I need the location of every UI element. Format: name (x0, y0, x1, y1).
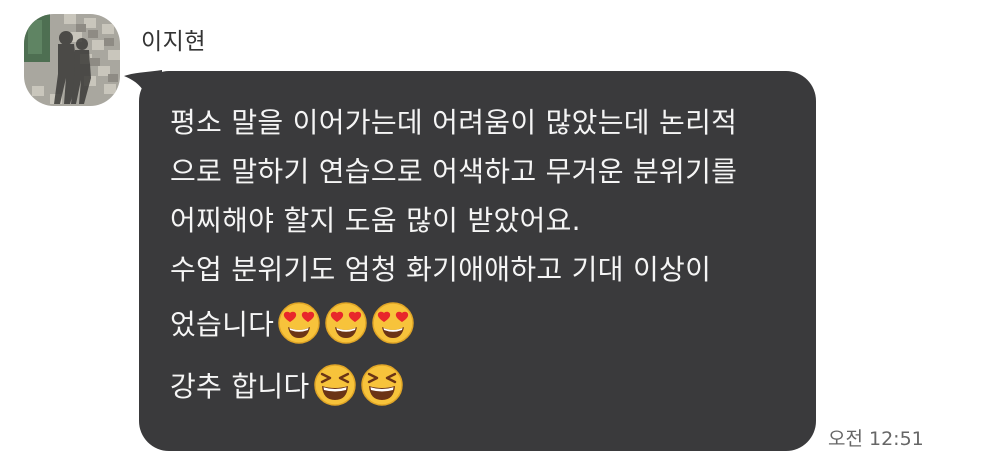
message-timestamp: 오전 12:51 (828, 428, 924, 450)
message-line: 수업 분위기도 엄청 화기애애하고 기대 이상이 (170, 253, 712, 286)
chat-screen: 이지현 평소 말을 이어가는데 어려움이 많았는데 논리적 으로 말하기 연습으… (0, 0, 1000, 462)
heart-eyes-emoji-icon (324, 301, 368, 345)
message-line: 어찌해야 할지 도움 많이 받았어요. (170, 204, 581, 237)
sender-avatar[interactable] (24, 14, 120, 106)
message-line-with-emoji: 강추 합니다 (170, 356, 800, 418)
message-line: 평소 말을 이어가는데 어려움이 많았는데 논리적 (170, 106, 738, 139)
message-line: 으로 말하기 연습으로 어색하고 무거운 분위기를 (170, 155, 738, 188)
message-text: 평소 말을 이어가는데 어려움이 많았는데 논리적 으로 말하기 연습으로 어색… (170, 98, 800, 418)
grinning-squinting-emoji-icon (360, 363, 404, 407)
sender-name: 이지현 (141, 29, 206, 55)
message-line-with-emoji: 었습니다 (170, 294, 800, 356)
message-line: 었습니다 (170, 308, 275, 341)
heart-eyes-emoji-icon (371, 301, 415, 345)
profile-photo-avatar-icon (24, 14, 120, 106)
message-line: 강추 합니다 (170, 370, 310, 403)
heart-eyes-emoji-icon (277, 301, 321, 345)
grinning-squinting-emoji-icon (313, 363, 357, 407)
